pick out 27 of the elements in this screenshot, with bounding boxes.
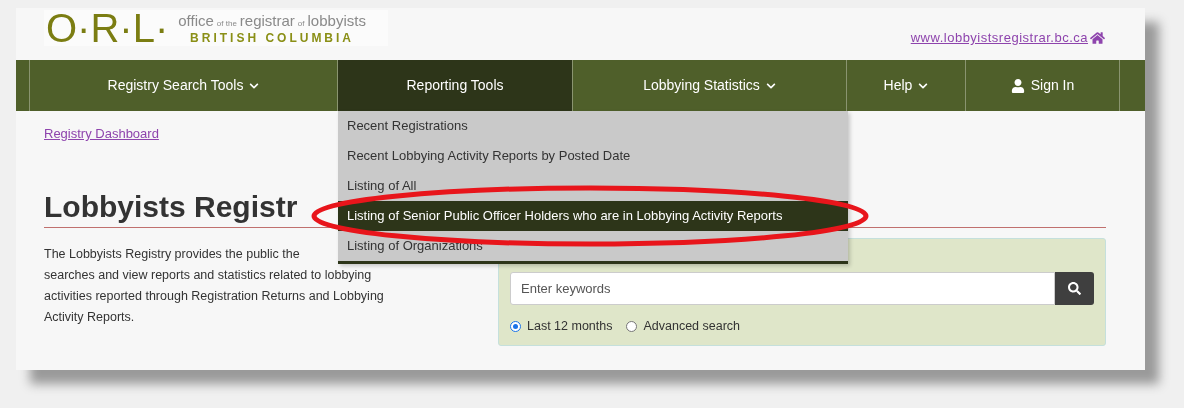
chevron-icon [765, 80, 776, 91]
radio-label: Last 12 months [527, 318, 613, 335]
menu-item[interactable]: Recent Lobbying Activity Reports by Posted Date [338, 141, 848, 171]
user-icon [1010, 78, 1025, 93]
menu-item[interactable]: Recent Registrations [338, 111, 848, 141]
radio-button[interactable] [510, 320, 521, 332]
chevron-icon [249, 80, 260, 91]
site-link[interactable]: www.lobbyistsregistrar.bc.ca [910, 28, 1088, 48]
logo-initials: O·R·L· [46, 8, 169, 48]
page-heading: Lobbyists Registr [44, 189, 298, 225]
search-button[interactable] [1055, 272, 1094, 305]
radio-button[interactable] [626, 320, 638, 332]
menu-item[interactable]: Listing of Senior Public Officer Holders who are in Lobbying Activity Reports [338, 201, 848, 231]
menu-item[interactable]: Listing of All [338, 171, 848, 201]
home-icon[interactable] [1090, 30, 1105, 45]
logo[interactable]: O·R·L· office of the registrar of lobbyists BRITISH COLUMBIA [44, 10, 388, 46]
menu-item[interactable]: Listing of Organizations [338, 231, 848, 261]
search-field[interactable]: Enter keywords [510, 272, 1055, 305]
nav-item[interactable]: Reporting Tools [338, 60, 573, 111]
logo-region: BRITISH COLUMBIA [190, 31, 355, 44]
search-icon [1068, 282, 1081, 295]
radio-label: Advanced search [643, 318, 741, 335]
intro-text: searches and view reports and statistics related to lobbying activities reported through Registration Returns and Lobbying Activity Reports. [44, 267, 384, 326]
logo-tagline: office of the registrar of lobbyists [178, 12, 366, 29]
intro-text: The Lobbyists Registry provides the public the [44, 246, 300, 263]
breadcrumb-link[interactable]: Registry Dashboard [44, 126, 159, 141]
chevron-icon [918, 80, 929, 91]
